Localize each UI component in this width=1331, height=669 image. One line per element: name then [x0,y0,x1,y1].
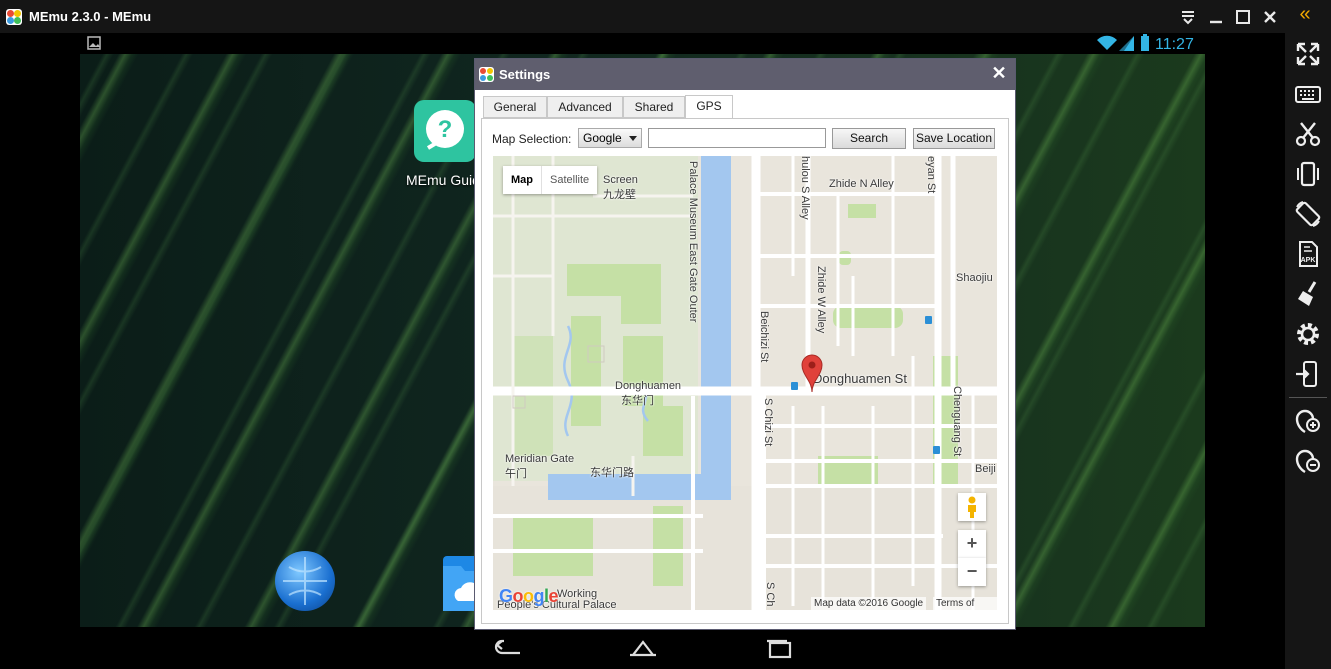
wifi-icon [1097,35,1117,50]
android-statusbar [80,33,1205,54]
fullscreen-icon[interactable] [1293,39,1323,69]
settings-title: Settings [499,67,551,82]
map-label-s-ch: S Ch [764,582,776,607]
status-clock: 11:27 [1155,36,1194,53]
map-label-chenguang: Chenguang St [951,386,963,457]
sidebar-divider [1289,397,1327,398]
search-button[interactable]: Search [832,128,906,149]
minimize-icon[interactable] [1206,7,1226,27]
map-label-hulou: hulou S Alley [799,156,811,220]
map-type-map-button[interactable]: Map [503,166,541,194]
map-label-wumen: 午门 [505,468,527,480]
tab-gps[interactable]: GPS [685,95,733,119]
tab-advanced[interactable]: Advanced [547,96,623,118]
chevron-down-icon [629,136,637,141]
map-label-donghuamen-cn: 东华门 [621,395,654,407]
map-type-control: Map Satellite [503,166,598,194]
street-view-pegman-icon[interactable] [958,493,986,521]
back-icon[interactable] [493,637,523,659]
battery-icon [1141,34,1149,51]
shake-icon[interactable] [1293,159,1323,189]
zoom-in-button[interactable]: + [958,530,986,558]
terms-of-use-link[interactable]: Terms of Use [933,597,997,610]
svg-text:APK: APK [1301,257,1316,264]
map-selection-value: Google [583,131,622,145]
map-label-jiulongbi: 九龙壁 [603,189,636,201]
memu-logo-icon [6,9,22,25]
map-label-donghuamen: Donghuamen [615,380,682,392]
home-icon[interactable] [627,637,659,659]
keyboard-icon[interactable] [1293,79,1323,109]
location-search-input[interactable] [648,128,826,148]
memu-guide-app-label: MEmu Guid [406,172,480,188]
google-map[interactable]: Screen 九龙壁 Palace Museum East Gate Outer… [493,156,997,610]
map-label-beichizi: Beichizi St [758,311,770,363]
browser-globe-icon[interactable] [275,551,335,611]
map-selection-label: Map Selection: [492,132,572,146]
emulator-sidebar: APK [1285,33,1331,669]
signal-icon [1119,36,1134,51]
android-navbar [80,627,1205,669]
volume-down-icon[interactable] [1293,445,1323,475]
map-label-donghuamen-road: 东华门路 [590,467,634,479]
settings-dialog-header: Settings ✕ [475,59,1015,90]
map-label-palace-museum-east: Palace Museum East Gate Outer [687,161,699,323]
google-logo: Google [499,586,559,606]
map-label-zhide-n: Zhide N Alley [829,178,894,190]
gallery-notification-icon [87,36,101,50]
zoom-out-button[interactable]: − [958,558,986,586]
map-label-meridian-gate: Meridian Gate [505,453,575,465]
map-canvas [493,156,997,610]
map-label-donghuamen-st: Donghuamen St [813,371,907,386]
save-location-button[interactable]: Save Location [913,128,995,149]
volume-up-icon[interactable] [1293,405,1323,435]
menu-icon[interactable] [1178,7,1198,27]
collapse-sidebar-icon[interactable]: « [1295,4,1315,24]
rotate-icon[interactable] [1293,199,1323,229]
settings-dialog: Settings ✕ General Advanced Shared GPS M… [474,58,1016,630]
map-label-s-chizi: S Chizi St [762,398,774,447]
window-titlebar: MEmu 2.3.0 - MEmu « [0,0,1331,33]
tab-shared[interactable]: Shared [623,96,685,118]
map-label-yan-st: eyan St [925,156,937,194]
map-type-satellite-button[interactable]: Satellite [541,166,597,194]
tab-general[interactable]: General [483,96,547,118]
svg-text:?: ? [438,116,453,143]
map-label-screen: Screen [603,174,638,186]
settings-gear-icon[interactable] [1293,319,1323,349]
map-data-attribution: Map data ©2016 Google [811,597,927,610]
recent-apps-icon[interactable] [764,637,794,659]
exit-app-icon[interactable] [1293,359,1323,389]
dialog-close-icon[interactable]: ✕ [989,63,1009,85]
apk-install-icon[interactable]: APK [1293,239,1323,269]
memu-logo-icon [479,67,494,82]
map-label-shaojiu: Shaojiu [956,272,993,284]
map-selection-dropdown[interactable]: Google [578,128,642,148]
location-marker-icon[interactable] [801,353,823,393]
clean-icon[interactable] [1293,279,1323,309]
close-icon[interactable] [1260,7,1280,27]
maximize-icon[interactable] [1233,7,1253,27]
map-label-zhide-w: Zhide W Alley [815,266,827,334]
memu-guide-app-icon[interactable]: ? [414,100,476,162]
scissors-icon[interactable] [1293,119,1323,149]
map-label-beiji: Beiji [975,463,996,475]
window-title: MEmu 2.3.0 - MEmu [29,9,152,24]
